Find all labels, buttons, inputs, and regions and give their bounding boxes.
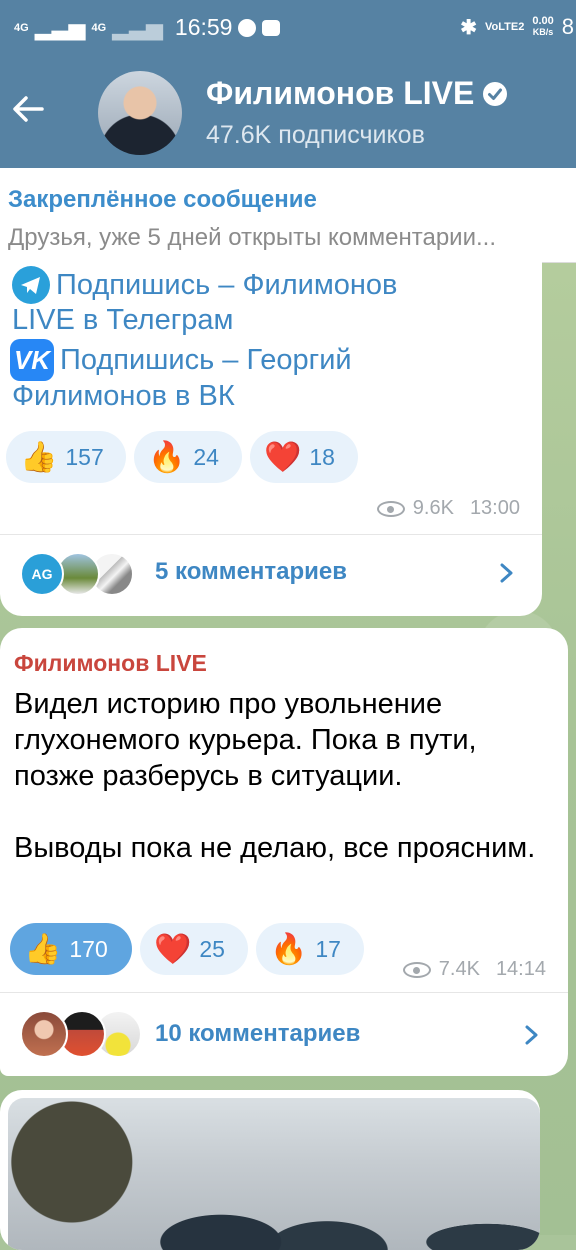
bluetooth-icon: ✱ — [460, 16, 477, 39]
pinned-message-bar[interactable]: Закреплённое сообщение Друзья, уже 5 дне… — [0, 168, 576, 263]
signal-1-label: 4G — [14, 21, 29, 34]
message-author: Филимонов LIVE — [14, 650, 207, 676]
message-meta: 9.6K 13:00 — [376, 497, 520, 520]
channel-header: Филимонов LIVE 47.6K подписчиков — [0, 55, 576, 168]
comments-count: 10 комментариев — [155, 1020, 361, 1047]
photo-message-bubble[interactable] — [0, 1090, 540, 1250]
comments-button[interactable]: 10 комментариев — [0, 1002, 568, 1068]
message-time: 13:00 — [469, 497, 520, 519]
heart-icon: ❤️ — [154, 932, 192, 966]
message-meta: 7.4K 14:14 — [402, 958, 546, 981]
chevron-right-icon — [500, 563, 513, 583]
reaction-heart[interactable]: ❤️ 25 — [140, 923, 248, 975]
views-icon — [402, 961, 431, 978]
channel-title-row[interactable]: Филимонов LIVE — [206, 75, 508, 112]
fire-icon: 🔥 — [270, 932, 308, 966]
reaction-fire[interactable]: 🔥 24 — [134, 431, 242, 483]
heart-icon: ❤️ — [264, 440, 302, 474]
reaction-fire[interactable]: 🔥 17 — [256, 923, 364, 975]
verified-icon — [483, 81, 508, 106]
message-bubble[interactable]: Филимонов LIVE Видел историю про увольне… — [0, 628, 568, 1076]
divider — [0, 534, 542, 535]
clock: 16:59 — [174, 14, 233, 40]
signal-1-icon: ▂▃▅ — [34, 14, 86, 40]
signal-2-icon: ▂▃▅ — [112, 14, 163, 40]
vk-icon: VK — [10, 339, 54, 381]
thumbs-up-icon: 👍 — [24, 932, 62, 966]
channel-avatar[interactable] — [98, 71, 182, 155]
view-count: 7.4K — [438, 958, 480, 980]
status-bar: 4G ▂▃▅ 4G ▂▃▅ 16:59 ✱ VoLTE2 0.00 KB/s 8 — [0, 0, 576, 55]
signal-2-label: 4G — [91, 21, 107, 34]
vk-subscribe-link-cont[interactable]: Филимонов в ВК — [12, 380, 235, 413]
reaction-thumbs-up[interactable]: 👍 157 — [6, 431, 126, 483]
post-photo[interactable] — [8, 1098, 540, 1250]
comments-button[interactable]: AG 5 комментариев — [0, 544, 542, 604]
telegram-icon — [12, 266, 50, 304]
telegram-subscribe-link-cont[interactable]: LIVE в Телеграм — [12, 304, 233, 337]
message-text: Видел историю про увольнение глухонемого… — [14, 688, 536, 864]
reaction-heart[interactable]: ❤️ 18 — [250, 431, 358, 483]
network-speed: 0.00 KB/s — [532, 15, 554, 38]
volte-label: VoLTE2 — [485, 21, 525, 33]
youtube-notification-icon — [262, 19, 281, 36]
battery-level: 8 — [561, 14, 574, 39]
views-icon — [376, 500, 405, 517]
pinned-title: Закреплённое сообщение — [8, 186, 317, 213]
divider — [0, 992, 568, 993]
message-bubble[interactable]: Подпишись – Филимонов LIVE в Телеграм VK… — [0, 250, 542, 616]
comments-count: 5 комментариев — [155, 558, 348, 585]
telegram-subscribe-link[interactable]: Подпишись – Филимонов — [12, 266, 397, 304]
subscriber-count: 47.6K подписчиков — [206, 121, 425, 149]
avatar — [20, 1010, 68, 1058]
chevron-right-icon — [525, 1025, 538, 1045]
vk-subscribe-link[interactable]: VK Подпишись – Георгий — [10, 339, 352, 381]
pinned-text: Друзья, уже 5 дней открыты комментарии..… — [8, 224, 496, 251]
reaction-thumbs-up[interactable]: 👍 170 — [10, 923, 132, 975]
message-time: 14:14 — [495, 958, 546, 980]
avatar: AG — [20, 552, 64, 596]
fire-icon: 🔥 — [148, 440, 186, 474]
telegram-notification-icon — [238, 18, 257, 37]
view-count: 9.6K — [412, 497, 454, 519]
channel-title: Филимонов LIVE — [206, 75, 475, 111]
back-arrow-icon[interactable] — [8, 89, 48, 129]
thumbs-up-icon: 👍 — [20, 440, 58, 474]
